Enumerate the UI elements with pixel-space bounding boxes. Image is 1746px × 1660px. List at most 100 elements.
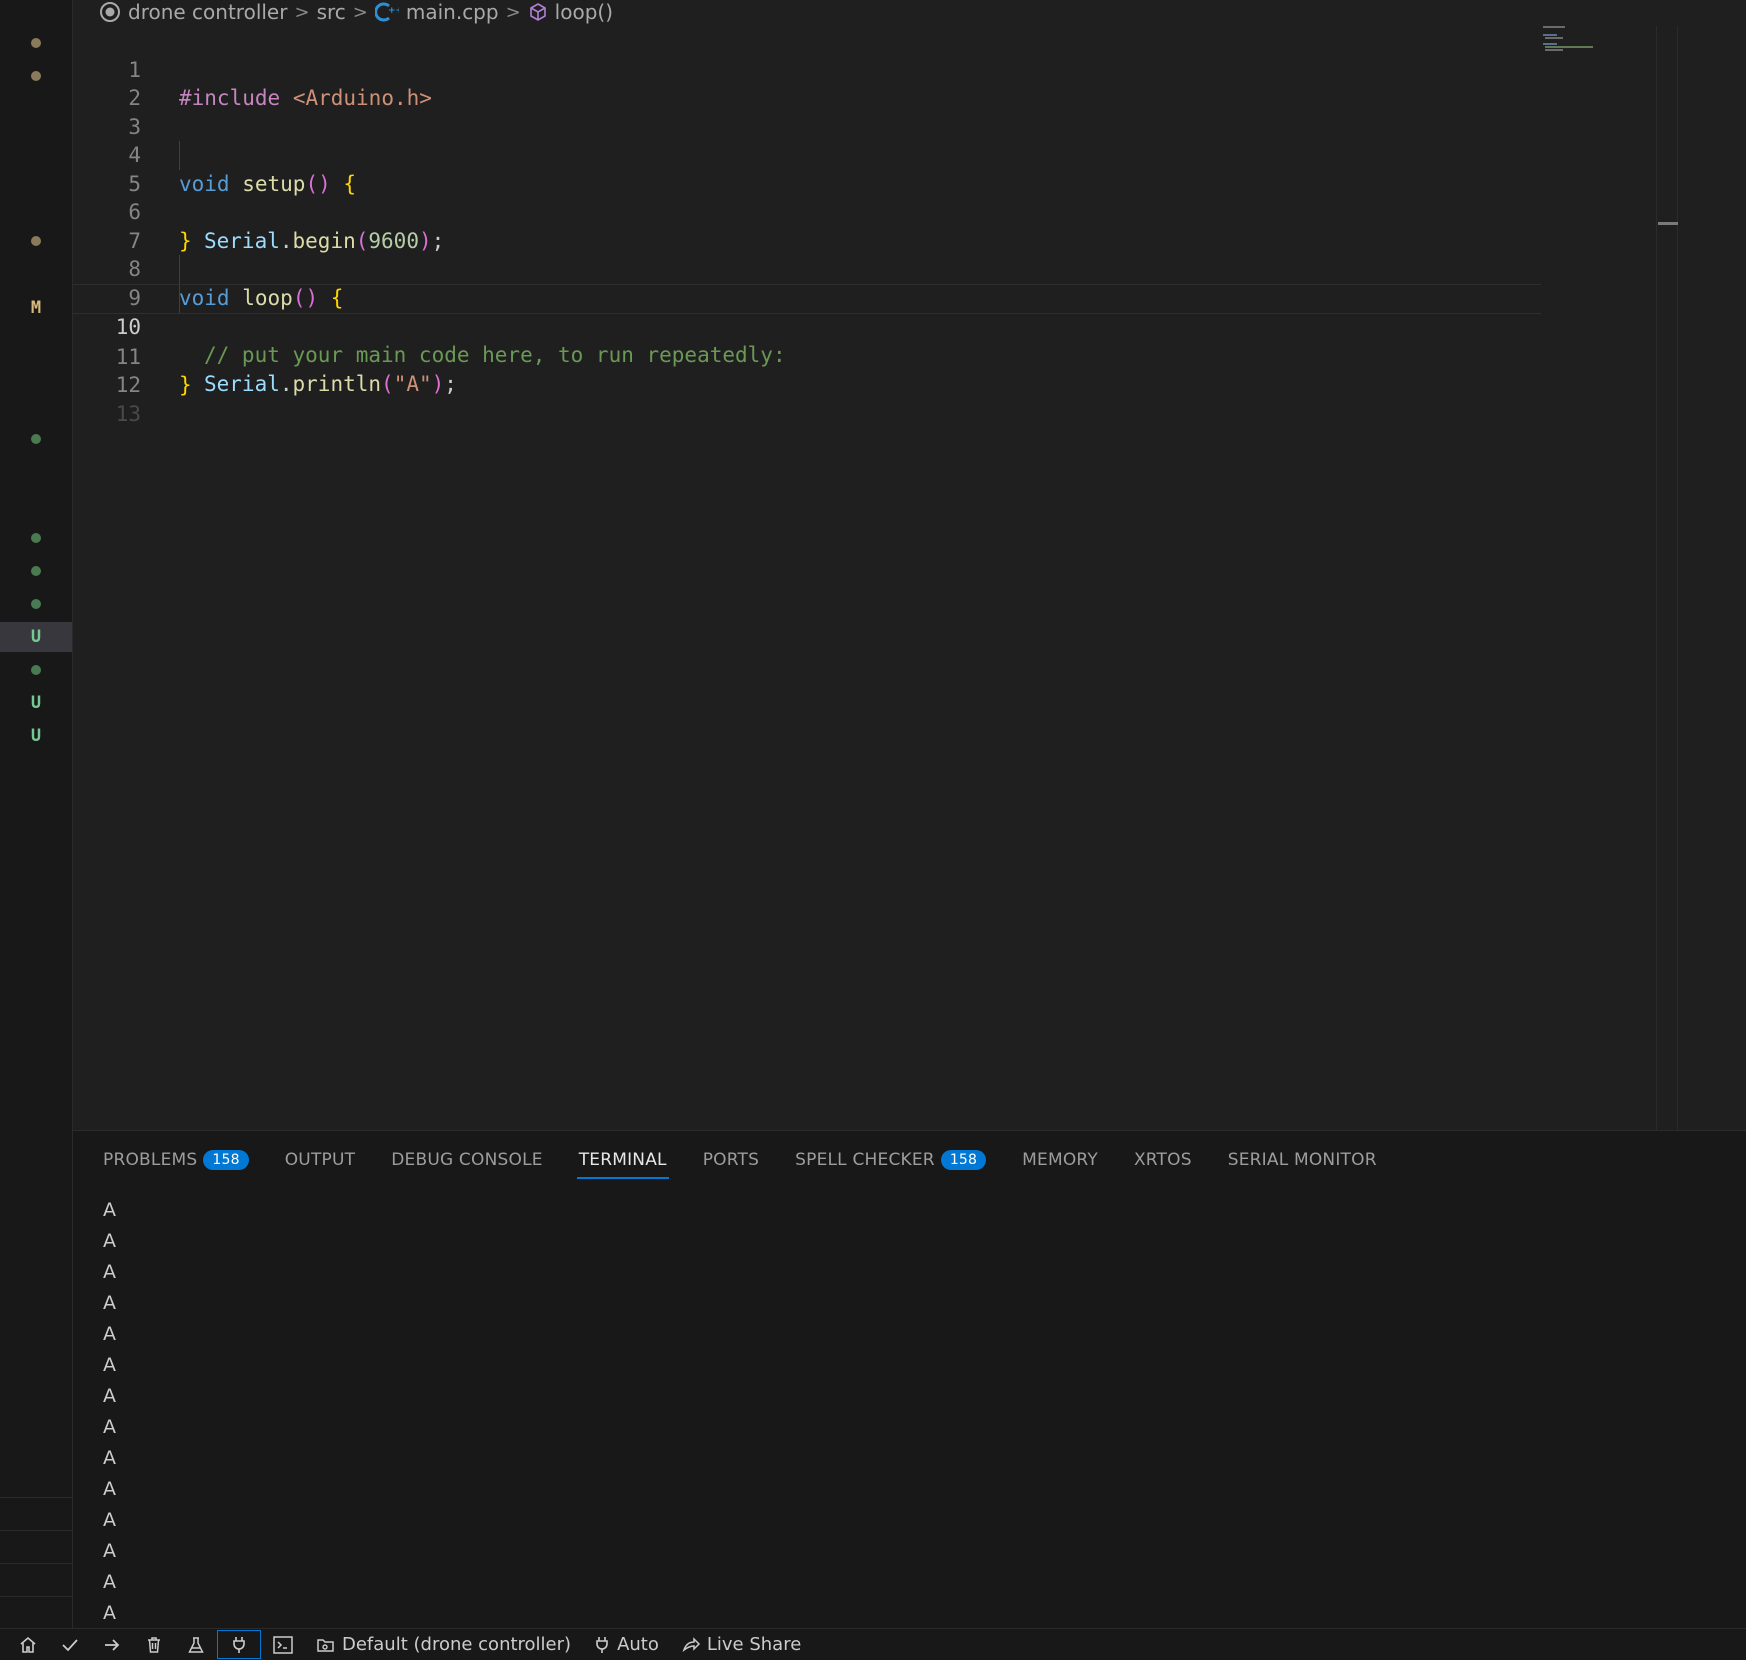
project-root-icon [99, 1, 121, 23]
tab-terminal[interactable]: TERMINAL [576, 1143, 669, 1179]
arrow-right-icon [102, 1635, 122, 1655]
scm-added-dot[interactable] [0, 655, 72, 685]
upload-button[interactable] [91, 1629, 133, 1660]
code-line-4[interactable]: 4 void setup() { [73, 113, 1746, 196]
tab-label: SPELL CHECKER [795, 1150, 935, 1170]
scm-gutter-strip: M U U U [0, 0, 73, 1628]
test-button[interactable] [175, 1629, 217, 1660]
terminal-line: A [103, 1199, 116, 1221]
build-button[interactable] [49, 1629, 91, 1660]
chevron-right-icon: > [352, 1, 368, 23]
panel-tabs: PROBLEMS 158 OUTPUT DEBUG CONSOLE TERMINA… [103, 1143, 1413, 1179]
scrollbar-cursor-marker [1658, 222, 1678, 225]
terminal-line: A [103, 1261, 116, 1283]
code-line-1[interactable]: 1 #include <Arduino.h> [73, 27, 1746, 111]
breadcrumb-project[interactable]: drone controller [128, 0, 287, 24]
divider [0, 1530, 72, 1531]
scm-status-untracked[interactable]: U [0, 721, 72, 751]
scm-letter-u: U [30, 627, 42, 647]
tab-ports[interactable]: PORTS [703, 1143, 759, 1177]
indent-guide [179, 141, 180, 170]
code-line-10-current[interactable]: 10 Serial.println("A"); [73, 283, 1541, 396]
code-line-6[interactable]: 6 } [73, 170, 1746, 253]
scm-added-dot[interactable] [0, 424, 72, 454]
tab-label: OUTPUT [284, 1150, 356, 1170]
scm-status-untracked[interactable]: U [0, 688, 72, 718]
code-line-13[interactable]: 13 [73, 371, 1746, 426]
environment-label: Default (drone controller) [342, 1634, 572, 1655]
breadcrumb-symbol[interactable]: loop() [555, 0, 613, 24]
bottom-panel: PROBLEMS 158 OUTPUT DEBUG CONSOLE TERMINA… [73, 1130, 1746, 1629]
new-terminal-button[interactable] [261, 1629, 305, 1660]
code-line-12[interactable]: 12 [73, 343, 1746, 397]
scm-letter-u: U [30, 693, 42, 713]
tab-memory[interactable]: MEMORY [1022, 1143, 1098, 1177]
spell-checker-count-badge: 158 [940, 1150, 987, 1170]
code-lines[interactable]: 1 #include <Arduino.h> 2 3 4 void setup(… [73, 27, 1746, 426]
code-editor[interactable]: drone controller > src > ++ main.cpp > l… [73, 0, 1746, 1130]
line-number: 13 [115, 401, 141, 426]
code-line-8[interactable]: 8 void loop() { [73, 227, 1746, 310]
tab-xrtos[interactable]: XRTOS [1134, 1143, 1192, 1177]
check-icon [60, 1635, 80, 1655]
tab-label: DEBUG CONSOLE [391, 1150, 543, 1170]
live-share-button[interactable]: Live Share [670, 1629, 812, 1660]
serial-monitor-button[interactable] [217, 1630, 261, 1659]
status-bar: Default (drone controller) Auto Live Sha… [0, 1628, 1746, 1660]
trash-icon [144, 1635, 164, 1655]
scm-status-untracked[interactable]: U [0, 622, 72, 652]
tab-output[interactable]: OUTPUT [285, 1143, 356, 1177]
tab-serial-monitor[interactable]: SERIAL MONITOR [1228, 1143, 1377, 1177]
scm-modified-dot[interactable] [0, 28, 72, 58]
scm-modified-dot[interactable] [0, 61, 72, 91]
breadcrumb: drone controller > src > ++ main.cpp > l… [99, 0, 613, 24]
code-line-7[interactable]: 7 [73, 198, 1746, 253]
scm-modified-dot[interactable] [0, 226, 72, 256]
scm-added-dot[interactable] [0, 589, 72, 619]
code-line-2[interactable]: 2 [73, 56, 1746, 110]
chevron-right-icon: > [505, 1, 521, 23]
divider [0, 1497, 72, 1498]
scm-added-dot[interactable] [0, 523, 72, 553]
tab-label: PROBLEMS [103, 1150, 198, 1170]
code-line-9[interactable]: 9 // put your main code here, to run rep… [73, 255, 1746, 367]
tab-label: PORTS [702, 1150, 760, 1170]
port-switcher[interactable]: Auto [582, 1629, 670, 1660]
terminal-line: A [103, 1385, 116, 1407]
tab-label: MEMORY [1022, 1150, 1098, 1170]
terminal-icon [272, 1635, 294, 1655]
breadcrumb-file[interactable]: main.cpp [406, 0, 499, 24]
scm-letter-u: U [30, 726, 42, 746]
vertical-scrollbar[interactable] [1656, 26, 1678, 1130]
scm-status-modified[interactable]: M [0, 293, 72, 323]
scm-added-dot[interactable] [0, 556, 72, 586]
port-label: Auto [617, 1634, 659, 1655]
indent-guide [179, 255, 180, 284]
clean-button[interactable] [133, 1629, 175, 1660]
tab-label: XRTOS [1133, 1150, 1192, 1170]
method-cube-icon [528, 2, 548, 22]
terminal-line: A [103, 1323, 116, 1345]
terminal-output[interactable]: A A A A A A A A A A A A A A [103, 1195, 116, 1629]
terminal-line: A [103, 1571, 116, 1593]
cpp-file-icon: ++ [374, 1, 399, 23]
scm-letter-m: M [30, 298, 42, 318]
indent-guide [179, 284, 180, 313]
minimap[interactable] [1543, 26, 1613, 56]
tab-debug-console[interactable]: DEBUG CONSOLE [391, 1143, 542, 1177]
code-line-5[interactable]: 5 Serial.begin(9600); [73, 141, 1746, 253]
svg-text:++: ++ [388, 6, 399, 16]
tab-problems[interactable]: PROBLEMS 158 [103, 1143, 249, 1177]
code-line-11[interactable]: 11 } [73, 314, 1746, 398]
terminal-line: A [103, 1509, 116, 1531]
chevron-right-icon: > [294, 1, 310, 23]
plug-icon [229, 1635, 249, 1655]
tab-label: TERMINAL [578, 1150, 667, 1170]
breadcrumb-folder[interactable]: src [317, 0, 346, 24]
tab-spell-checker[interactable]: SPELL CHECKER 158 [795, 1143, 987, 1177]
project-environment-switcher[interactable]: Default (drone controller) [305, 1629, 582, 1660]
platformio-home-button[interactable] [0, 1629, 49, 1660]
terminal-line: A [103, 1447, 116, 1469]
home-icon [18, 1635, 38, 1655]
code-line-3[interactable]: 3 [73, 84, 1746, 139]
